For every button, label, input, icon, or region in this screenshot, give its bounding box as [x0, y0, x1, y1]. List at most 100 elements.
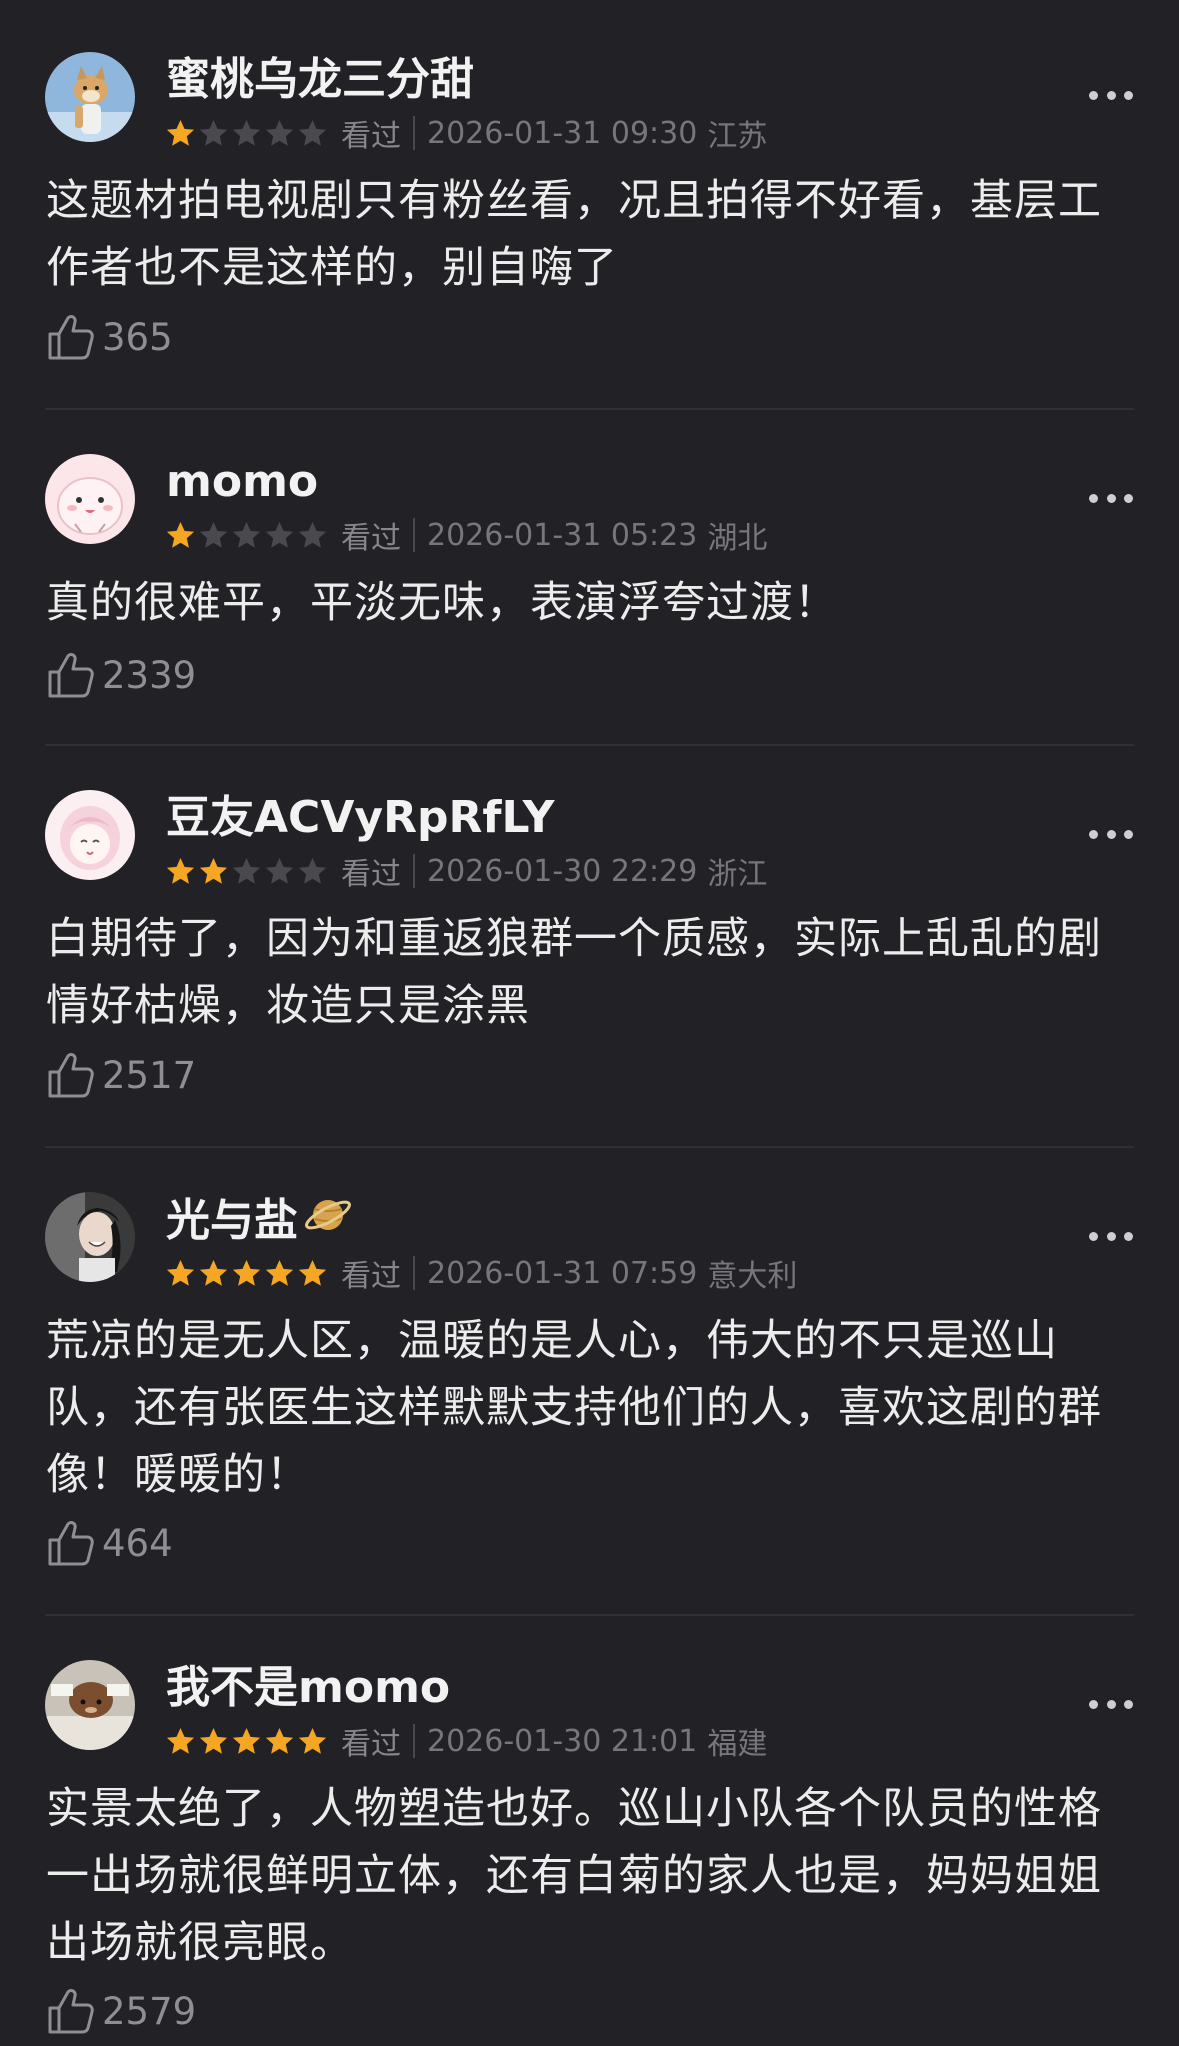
- review-feed: 蜜桃乌龙三分甜 看过 2026-01-31 09:30 江苏 这题材拍电视剧只有…: [0, 0, 1179, 2046]
- more-options-icon[interactable]: [1089, 491, 1133, 505]
- review-content: 实景太绝了，人物塑造也好。巡山小队各个队员的性格一出场就很鲜明立体，还有白菊的家…: [46, 1784, 1102, 1968]
- username[interactable]: momo: [166, 451, 318, 513]
- rating-stars: [164, 855, 329, 888]
- review-item: 我不是momo 看过 2026-01-30 21:01 福建 实景太绝了，人物塑…: [0, 1616, 1179, 2046]
- username[interactable]: 蜜桃乌龙三分甜: [166, 49, 474, 111]
- avatar-pink-blob-icon: [45, 454, 135, 544]
- like-button[interactable]: 2517: [46, 1050, 196, 1100]
- star-empty-icon: [265, 857, 294, 884]
- rating-stars: [164, 1725, 329, 1758]
- avatar-cat-sign-icon: [45, 1660, 135, 1750]
- star-empty-icon: [298, 119, 327, 146]
- star-filled-icon: [199, 1259, 228, 1286]
- more-options-icon[interactable]: [1089, 1229, 1133, 1243]
- avatar-anime-girl-icon: [45, 790, 135, 880]
- review-content: 这题材拍电视剧只有粉丝看，况且拍得不好看，基层工作者也不是这样的，别自嗨了: [46, 176, 1102, 293]
- avatar-smiling-person-icon: [45, 1192, 135, 1282]
- review-location: 湖北: [707, 521, 768, 556]
- star-filled-icon: [199, 1727, 228, 1754]
- like-count: 2339: [102, 653, 197, 697]
- star-filled-icon: [232, 1727, 261, 1754]
- rating-stars: [164, 117, 329, 150]
- avatar[interactable]: [45, 454, 135, 544]
- saturn-emoji-icon: [305, 1200, 351, 1230]
- watched-label: 看过: [341, 857, 401, 892]
- review-location: 浙江: [707, 857, 768, 892]
- thumbs-up-icon: [48, 1521, 94, 1566]
- like-button[interactable]: 464: [46, 1518, 173, 1568]
- like-count: 365: [102, 315, 173, 359]
- star-empty-icon: [232, 521, 261, 548]
- avatar[interactable]: [45, 52, 135, 142]
- more-options-icon[interactable]: [1089, 827, 1133, 841]
- review-time: 2026-01-30 22:29: [427, 853, 698, 889]
- like-button[interactable]: 365: [46, 312, 173, 362]
- meta-divider: [413, 1724, 415, 1758]
- review-item: 豆友ACVyRpRfLY 看过 2026-01-30 22:29 浙江 白期待了…: [0, 746, 1179, 1148]
- review-item: momo 看过 2026-01-31 05:23 湖北 真的很难平，平淡无味，表…: [0, 410, 1179, 746]
- thumbs-up-icon: [48, 315, 94, 360]
- like-count: 464: [102, 1521, 173, 1565]
- review-time: 2026-01-30 21:01: [427, 1723, 698, 1759]
- star-filled-icon: [166, 857, 195, 884]
- star-filled-icon: [265, 1727, 294, 1754]
- star-filled-icon: [166, 1259, 195, 1286]
- review-content: 荒凉的是无人区，温暖的是人心，伟大的不只是巡山队，还有张医生这样默默支持他们的人…: [46, 1316, 1102, 1500]
- like-button[interactable]: 2579: [46, 1986, 196, 2036]
- meta-divider: [413, 854, 415, 888]
- username[interactable]: 豆友ACVyRpRfLY: [166, 787, 555, 849]
- star-filled-icon: [298, 1727, 327, 1754]
- review-meta: 看过 2026-01-30 21:01 福建: [164, 1719, 767, 1763]
- star-empty-icon: [298, 521, 327, 548]
- meta-divider: [413, 1256, 415, 1290]
- star-filled-icon: [298, 1259, 327, 1286]
- avatar-shiba-icon: [45, 52, 135, 142]
- like-count: 2517: [102, 1053, 197, 1097]
- review-content: 白期待了，因为和重返狼群一个质感，实际上乱乱的剧情好枯燥，妆造只是涂黑: [46, 914, 1102, 1031]
- star-filled-icon: [199, 857, 228, 884]
- review-content: 真的很难平，平淡无味，表演浮夸过渡！: [46, 578, 838, 628]
- username[interactable]: 光与盐: [166, 1189, 354, 1252]
- meta-divider: [413, 518, 415, 552]
- star-empty-icon: [298, 857, 327, 884]
- watched-label: 看过: [341, 521, 401, 556]
- star-empty-icon: [265, 119, 294, 146]
- thumbs-up-icon: [48, 1053, 94, 1098]
- avatar[interactable]: [45, 790, 135, 880]
- review-meta: 看过 2026-01-31 09:30 江苏: [164, 111, 767, 155]
- star-filled-icon: [166, 521, 195, 548]
- review-location: 意大利: [707, 1259, 798, 1294]
- like-button[interactable]: 2339: [46, 650, 196, 700]
- avatar[interactable]: [45, 1660, 135, 1750]
- thumbs-up-icon: [48, 1989, 94, 2034]
- star-empty-icon: [199, 119, 228, 146]
- star-empty-icon: [265, 521, 294, 548]
- star-filled-icon: [265, 1259, 294, 1286]
- star-filled-icon: [166, 119, 195, 146]
- review-time: 2026-01-31 05:23: [427, 517, 698, 553]
- star-empty-icon: [199, 521, 228, 548]
- review-item: 蜜桃乌龙三分甜 看过 2026-01-31 09:30 江苏 这题材拍电视剧只有…: [0, 0, 1179, 410]
- rating-stars: [164, 1257, 329, 1290]
- more-options-icon[interactable]: [1089, 88, 1133, 102]
- avatar[interactable]: [45, 1192, 135, 1282]
- star-empty-icon: [232, 119, 261, 146]
- review-meta: 看过 2026-01-31 05:23 湖北: [164, 513, 767, 557]
- review-meta: 看过 2026-01-31 07:59 意大利: [164, 1251, 797, 1295]
- star-filled-icon: [166, 1727, 195, 1754]
- thumbs-up-icon: [48, 653, 94, 698]
- review-location: 福建: [707, 1727, 768, 1762]
- more-options-icon[interactable]: [1089, 1697, 1133, 1711]
- watched-label: 看过: [341, 1727, 401, 1762]
- watched-label: 看过: [341, 119, 401, 154]
- like-count: 2579: [102, 1989, 197, 2033]
- star-filled-icon: [232, 1259, 261, 1286]
- review-time: 2026-01-31 07:59: [427, 1255, 698, 1291]
- review-time: 2026-01-31 09:30: [427, 115, 698, 151]
- meta-divider: [413, 116, 415, 150]
- username[interactable]: 我不是momo: [166, 1657, 450, 1719]
- rating-stars: [164, 519, 329, 552]
- star-empty-icon: [232, 857, 261, 884]
- watched-label: 看过: [341, 1259, 401, 1294]
- review-location: 江苏: [707, 119, 768, 154]
